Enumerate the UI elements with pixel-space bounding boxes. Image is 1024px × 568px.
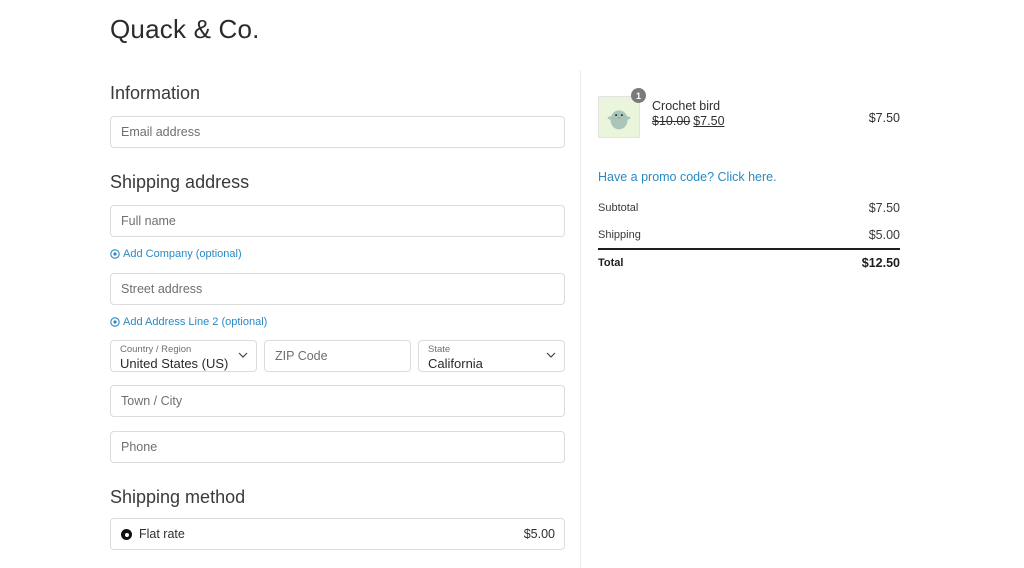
shipping-address-heading: Shipping address (110, 172, 250, 192)
quantity-badge: 1 (631, 88, 646, 103)
plus-circle-icon (110, 249, 120, 259)
town-city-placeholder: Town / City (121, 394, 183, 408)
add-address-line2-label: Add Address Line 2 (optional) (123, 316, 268, 328)
shipping-method-heading: Shipping method (110, 487, 246, 507)
store-logo[interactable]: Quack & Co. (110, 14, 260, 45)
radio-selected[interactable] (121, 529, 132, 540)
phone-field[interactable]: Phone (110, 431, 565, 463)
shipping-option-price: $5.00 (523, 527, 555, 541)
country-select[interactable]: Country / Region United States (US) (110, 340, 257, 372)
add-company-link[interactable]: Add Company (optional) (110, 248, 242, 260)
product-name: Crochet bird (652, 99, 721, 113)
shipping-label: Shipping (598, 229, 641, 241)
chevron-down-icon (238, 352, 248, 358)
shipping-option-flat-rate[interactable]: Flat rate $5.00 (110, 518, 565, 550)
column-divider (580, 70, 581, 568)
total-divider (598, 248, 900, 250)
chevron-down-icon (546, 352, 556, 358)
total-amount: $12.50 (861, 256, 900, 270)
line-total: $7.50 (868, 111, 900, 125)
street-address-placeholder: Street address (121, 282, 203, 296)
add-address-line2-link[interactable]: Add Address Line 2 (optional) (110, 316, 267, 328)
subtotal-row: Subtotal $7.50 (598, 201, 900, 215)
subtotal-label: Subtotal (598, 202, 639, 214)
total-label: Total (598, 257, 624, 269)
full-name-placeholder: Full name (121, 214, 176, 228)
total-row: Total $12.50 (598, 256, 900, 270)
state-label: State (428, 344, 451, 355)
country-value: United States (US) (120, 356, 229, 371)
information-heading: Information (110, 83, 201, 103)
sale-price: $7.50 (693, 114, 725, 128)
email-field[interactable]: Email address (110, 116, 565, 148)
shipping-amount: $5.00 (868, 228, 900, 242)
shipping-option-name: Flat rate (139, 527, 185, 541)
promo-code-link[interactable]: Have a promo code? Click here. (598, 170, 777, 184)
street-address-field[interactable]: Street address (110, 273, 565, 305)
town-city-field[interactable]: Town / City (110, 385, 565, 417)
shipping-row: Shipping $5.00 (598, 228, 900, 242)
email-placeholder: Email address (121, 125, 201, 139)
product-prices: $10.00 $7.50 (652, 114, 725, 128)
state-select[interactable]: State California (418, 340, 565, 372)
subtotal-amount: $7.50 (868, 201, 900, 215)
full-name-field[interactable]: Full name (110, 205, 565, 237)
crochet-bird-image (599, 97, 639, 137)
phone-placeholder: Phone (121, 440, 158, 454)
plus-circle-icon (110, 317, 120, 327)
zip-code-placeholder: ZIP Code (275, 349, 328, 363)
country-label: Country / Region (120, 344, 192, 355)
add-company-label: Add Company (optional) (123, 248, 242, 260)
product-thumbnail (598, 96, 640, 138)
state-value: California (428, 356, 483, 371)
original-price: $10.00 (652, 114, 691, 128)
zip-code-field[interactable]: ZIP Code (264, 340, 411, 372)
